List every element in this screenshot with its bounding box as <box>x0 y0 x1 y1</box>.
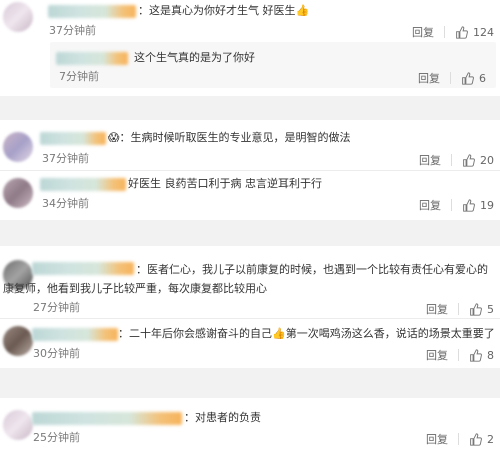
comment-card: ：对患者的负责 25分钟前 回复 2 <box>0 398 500 451</box>
like-button[interactable]: 124 <box>455 26 494 39</box>
like-button[interactable]: 20 <box>462 154 494 167</box>
comment-actions: 回复 19 <box>419 197 494 213</box>
like-count: 19 <box>480 198 494 212</box>
comment-actions: 回复 6 <box>418 70 486 86</box>
avatar[interactable] <box>3 132 33 162</box>
thumbs-up-icon <box>470 432 482 446</box>
timestamp: 34分钟前 <box>42 197 89 210</box>
divider <box>0 318 500 319</box>
avatar[interactable] <box>3 178 33 208</box>
username[interactable] <box>32 328 118 341</box>
thumbs-up-icon <box>456 25 468 39</box>
reply-button[interactable]: 回复 <box>418 70 440 86</box>
timestamp: 27分钟前 <box>33 301 80 314</box>
comment-actions: 回复 124 <box>412 24 494 40</box>
divider <box>458 349 459 361</box>
avatar[interactable] <box>3 2 33 32</box>
thumbs-up-icon <box>462 71 474 85</box>
comment-text: ：医者仁心，我儿子以前康复的时候，也遇到一个比较有责任心有爱心的康复师，他看到我… <box>3 263 488 295</box>
timestamp: 30分钟前 <box>33 347 80 360</box>
comment-text: 好医生 良药苦口利于病 忠言逆耳利于行 <box>128 177 322 190</box>
like-button[interactable]: 5 <box>469 303 494 316</box>
divider <box>458 303 459 315</box>
thumbs-up-icon <box>463 153 475 167</box>
reply-button[interactable]: 回复 <box>419 197 441 213</box>
username[interactable] <box>40 132 106 145</box>
comment-actions: 回复 2 <box>426 431 494 447</box>
timestamp: 25分钟前 <box>33 431 80 444</box>
like-button[interactable]: 8 <box>469 349 494 362</box>
reply-button[interactable]: 回复 <box>412 24 434 40</box>
divider <box>458 433 459 445</box>
comment-card: ：这是真心为你好才生气 好医生👍 37分钟前 回复 124 这个生气真的是为了你… <box>0 0 500 96</box>
divider <box>444 26 445 38</box>
username[interactable] <box>48 5 136 18</box>
username[interactable] <box>32 412 182 425</box>
like-button[interactable]: 19 <box>462 199 494 212</box>
comment-text: ：对患者的负责 <box>184 411 261 424</box>
comment-card: 😱：生病时候听取医生的专业意见，是明智的做法 37分钟前 回复 20 好医生 良… <box>0 120 500 220</box>
timestamp: 37分钟前 <box>49 24 96 37</box>
reply-button[interactable]: 回复 <box>426 301 448 317</box>
like-count: 6 <box>479 71 486 85</box>
like-count: 20 <box>480 153 494 167</box>
sub-reply: 这个生气真的是为了你好 7分钟前 回复 6 <box>50 42 496 88</box>
reply-button[interactable]: 回复 <box>426 431 448 447</box>
like-count: 5 <box>487 302 494 316</box>
divider <box>0 170 500 171</box>
divider <box>450 72 451 84</box>
divider <box>451 154 452 166</box>
thumbs-up-icon <box>470 302 482 316</box>
timestamp: 7分钟前 <box>59 70 99 83</box>
username[interactable] <box>56 52 128 65</box>
comment-actions: 回复 8 <box>426 347 494 363</box>
thumbs-up-icon <box>463 198 475 212</box>
like-button[interactable]: 2 <box>469 433 494 446</box>
comment-actions: 回复 20 <box>419 152 494 168</box>
comment-text: ：这是真心为你好才生气 好医生👍 <box>138 4 310 17</box>
like-count: 2 <box>487 432 494 446</box>
divider <box>451 199 452 211</box>
comment-actions: 回复 5 <box>426 301 494 317</box>
like-count: 124 <box>473 25 494 39</box>
thumbs-up-icon <box>470 348 482 362</box>
reply-button[interactable]: 回复 <box>419 152 441 168</box>
username[interactable] <box>40 178 126 191</box>
avatar[interactable] <box>3 326 33 356</box>
like-count: 8 <box>487 348 494 362</box>
timestamp: 37分钟前 <box>42 152 89 165</box>
like-button[interactable]: 6 <box>461 72 486 85</box>
comment-text: 😱：生病时候听取医生的专业意见，是明智的做法 <box>108 131 351 144</box>
comment-text: 这个生气真的是为了你好 <box>134 51 255 64</box>
comment-text: ：二十年后你会感谢奋斗的自己👍第一次喝鸡汤这么香，说话的场景太重要了 <box>118 327 495 340</box>
reply-button[interactable]: 回复 <box>426 347 448 363</box>
avatar[interactable] <box>3 410 33 440</box>
comment-card: ：医者仁心，我儿子以前康复的时候，也遇到一个比较有责任心有爱心的康复师，他看到我… <box>0 246 500 368</box>
